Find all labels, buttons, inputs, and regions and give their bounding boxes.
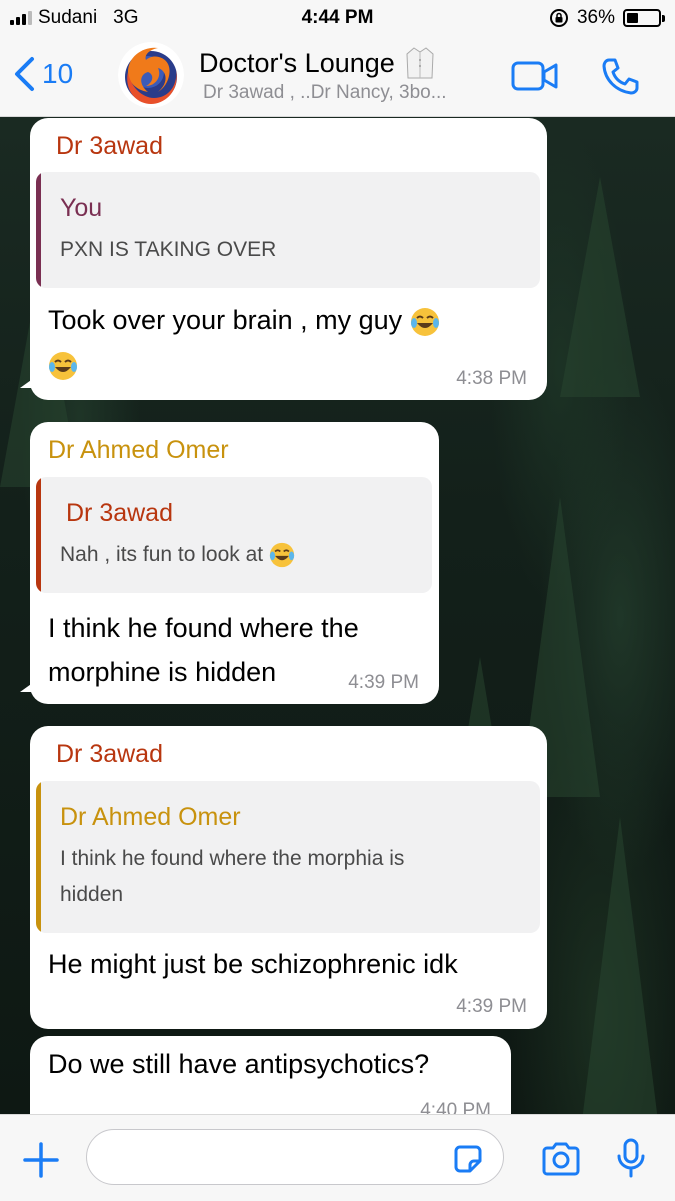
message-sender: Dr Ahmed Omer (48, 436, 229, 464)
voice-call-button[interactable] (600, 56, 640, 101)
battery-icon (623, 9, 665, 27)
camera-icon (542, 1142, 580, 1176)
chat-participants: Dr 3awad , ..Dr Nancy, 3bo... (203, 82, 447, 103)
message-time: 4:39 PM (456, 996, 527, 1017)
chat-messages[interactable]: Dr 3awad You PXN IS TAKING OVER Took ove… (0, 117, 675, 1114)
quoted-text: PXN IS TAKING OVER (60, 238, 277, 261)
lab-coat-icon (406, 47, 434, 79)
background-tree (580, 817, 660, 1114)
message-sender: Dr 3awad (56, 740, 163, 768)
group-avatar[interactable] (118, 42, 184, 108)
message-bubble[interactable]: Dr 3awad Dr Ahmed Omer I think he found … (30, 726, 547, 1029)
message-time: 4:40 PM (420, 1100, 491, 1114)
laughing-tears-emoji-icon (49, 351, 77, 380)
quoted-author: Dr Ahmed Omer (60, 803, 241, 831)
quoted-text: I think he found where the morphia is (60, 847, 405, 870)
microphone-button[interactable] (616, 1137, 646, 1184)
message-text-line: Took over your brain , my guy (48, 305, 403, 335)
firefox-logo-icon (118, 42, 184, 108)
orientation-lock-icon (549, 9, 568, 27)
laughing-tears-emoji-icon (269, 543, 295, 568)
message-text: Took over your brain , my guy (48, 298, 440, 342)
message-text-line-2: morphine is hidden (48, 657, 277, 687)
attach-button[interactable] (22, 1141, 60, 1184)
quoted-message[interactable]: You PXN IS TAKING OVER (36, 172, 540, 288)
message-bubble[interactable]: Dr Ahmed Omer Dr 3awad Nah , its fun to … (20, 422, 439, 704)
phone-icon (602, 58, 639, 95)
chat-title[interactable]: Doctor's Lounge (199, 46, 435, 80)
microphone-icon (617, 1138, 645, 1178)
unread-count: 10 (42, 58, 74, 89)
message-time: 4:38 PM (456, 368, 527, 389)
message-text: I think he found where the (48, 613, 359, 643)
camera-button[interactable] (540, 1141, 582, 1182)
message-sender: Dr 3awad (56, 132, 163, 160)
message-bubble[interactable]: Do we still have antipsychotics? 4:40 PM (30, 1036, 511, 1114)
group-name: Doctor's Lounge (199, 47, 395, 78)
laughing-tears-emoji-icon (410, 307, 439, 336)
sticker-icon (454, 1145, 482, 1173)
quoted-text: Nah , its fun to look at (60, 537, 295, 573)
quoted-message[interactable]: Dr 3awad Nah , its fun to look at (36, 477, 432, 593)
video-camera-icon (511, 61, 558, 91)
status-bar: Sudani 3G 4:44 PM 36% (0, 0, 675, 36)
video-call-button[interactable] (511, 60, 559, 97)
chevron-left-icon (15, 57, 34, 91)
message-composer (0, 1114, 675, 1201)
message-input[interactable] (86, 1129, 504, 1185)
sticker-button[interactable] (452, 1143, 484, 1180)
background-tree (560, 177, 640, 397)
message-time: 4:39 PM (348, 672, 419, 693)
battery-level (627, 13, 638, 23)
message-text-line-2 (48, 342, 78, 386)
message-bubble[interactable]: Dr 3awad You PXN IS TAKING OVER Took ove… (20, 118, 547, 400)
battery-percent: 36% (576, 7, 615, 28)
chat-header: 10 Doctor's Lounge Dr 3awad , ..Dr Nancy… (0, 36, 675, 117)
quoted-text-content: Nah , its fun to look at (60, 543, 264, 566)
quoted-author: Dr 3awad (66, 499, 173, 527)
quoted-message[interactable]: Dr Ahmed Omer I think he found where the… (36, 781, 540, 933)
quoted-author: You (60, 194, 103, 222)
message-text: Do we still have antipsychotics? (48, 1049, 430, 1079)
status-right: 36% (549, 7, 665, 29)
message-text: He might just be schizophrenic idk (48, 949, 458, 979)
quoted-text-line-2: hidden (60, 883, 124, 906)
plus-icon (23, 1142, 59, 1178)
back-button[interactable]: 10 (12, 56, 73, 92)
